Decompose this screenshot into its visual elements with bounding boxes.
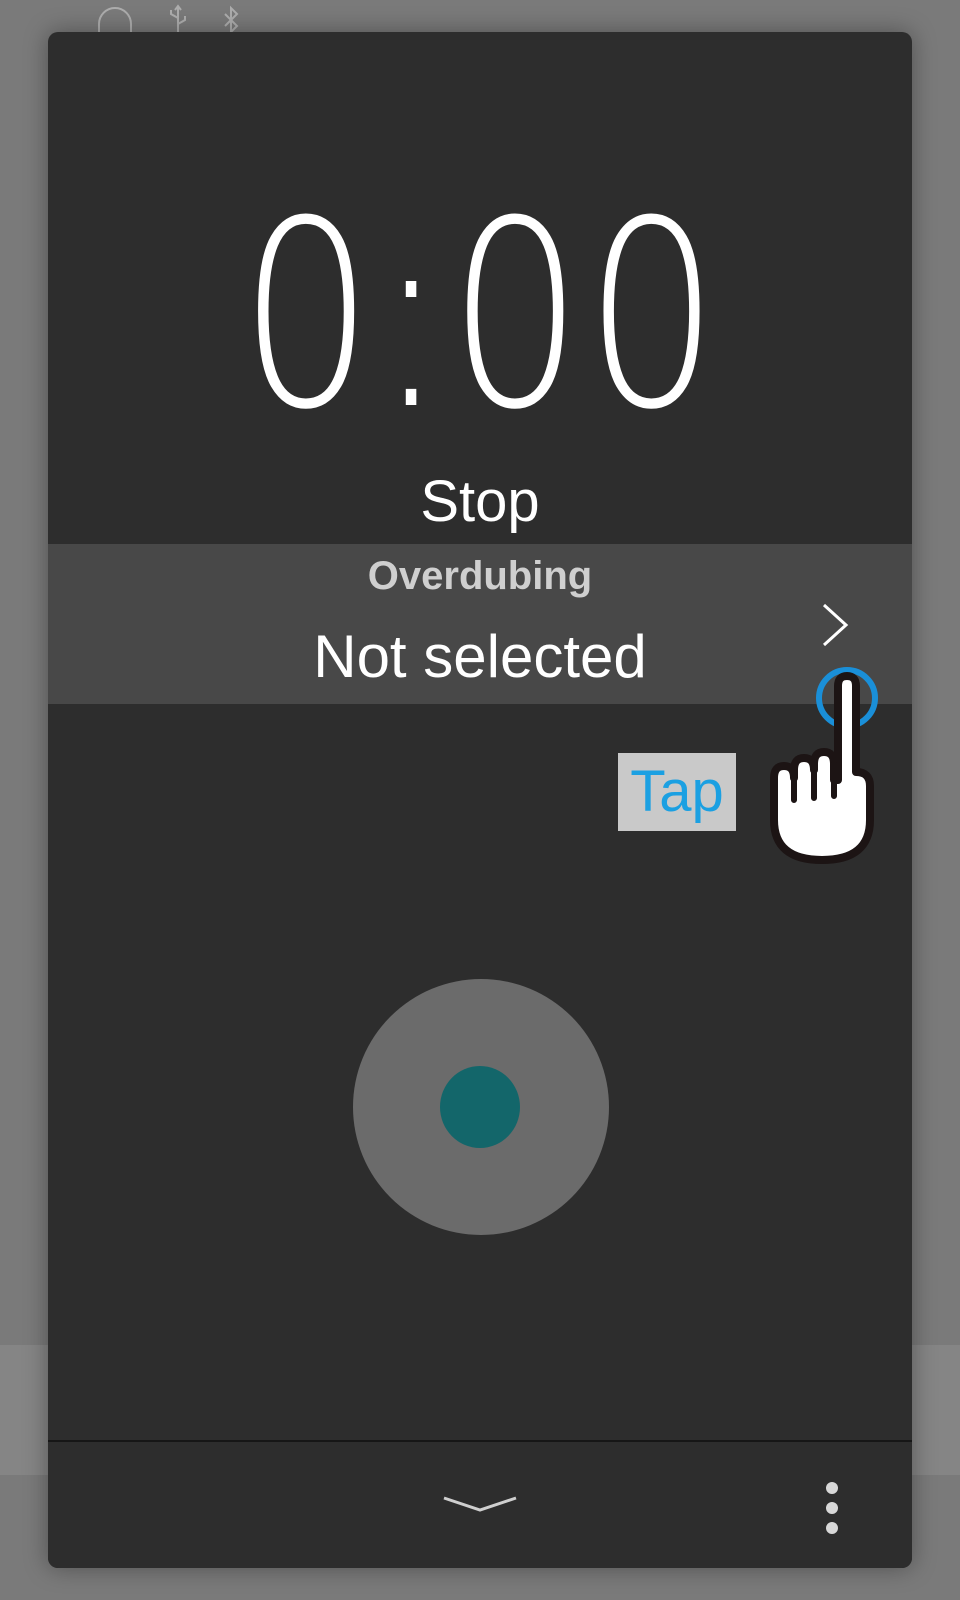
tap-hand-icon [770,667,878,864]
chevron-down-icon[interactable] [440,1482,520,1526]
record-dot-icon [440,1066,520,1148]
elapsed-time: 0:00 [239,166,721,466]
chevron-right-icon[interactable] [820,602,852,648]
tap-instruction-label: Tap [618,753,736,831]
more-options-icon[interactable] [820,1478,844,1538]
bottom-bar [48,1440,912,1568]
record-button[interactable] [353,979,609,1235]
overdub-title: Overdubing [367,554,593,598]
playback-state: Stop [420,469,540,534]
